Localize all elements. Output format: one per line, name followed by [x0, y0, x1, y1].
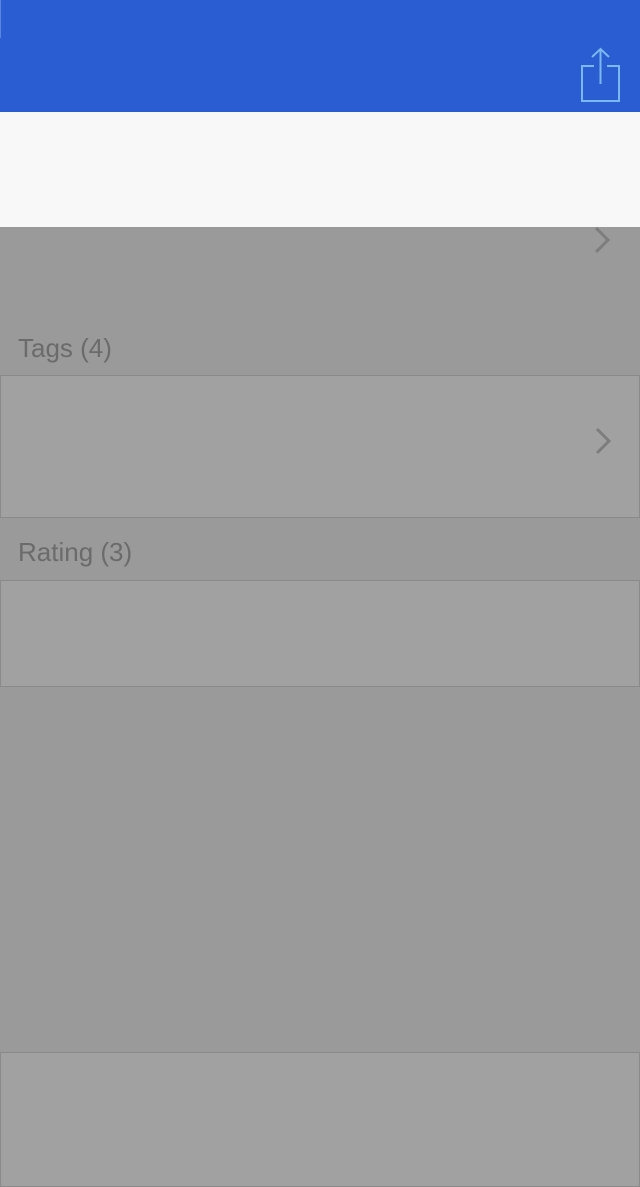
navigation-bar: [0, 0, 640, 112]
share-button[interactable]: [576, 46, 624, 106]
bottom-bar: [0, 1052, 640, 1187]
chevron-right-icon: [594, 425, 614, 457]
section-header-tags: Tags (4): [18, 333, 112, 363]
chevron-right-icon[interactable]: [593, 224, 613, 256]
rating-cell[interactable]: [0, 580, 640, 687]
share-icon: [581, 47, 620, 102]
navbar-edge-mark: [0, 0, 1, 38]
tags-cell[interactable]: [0, 375, 640, 518]
content-panel: [0, 112, 640, 227]
section-header-rating: Rating (3): [18, 537, 133, 567]
